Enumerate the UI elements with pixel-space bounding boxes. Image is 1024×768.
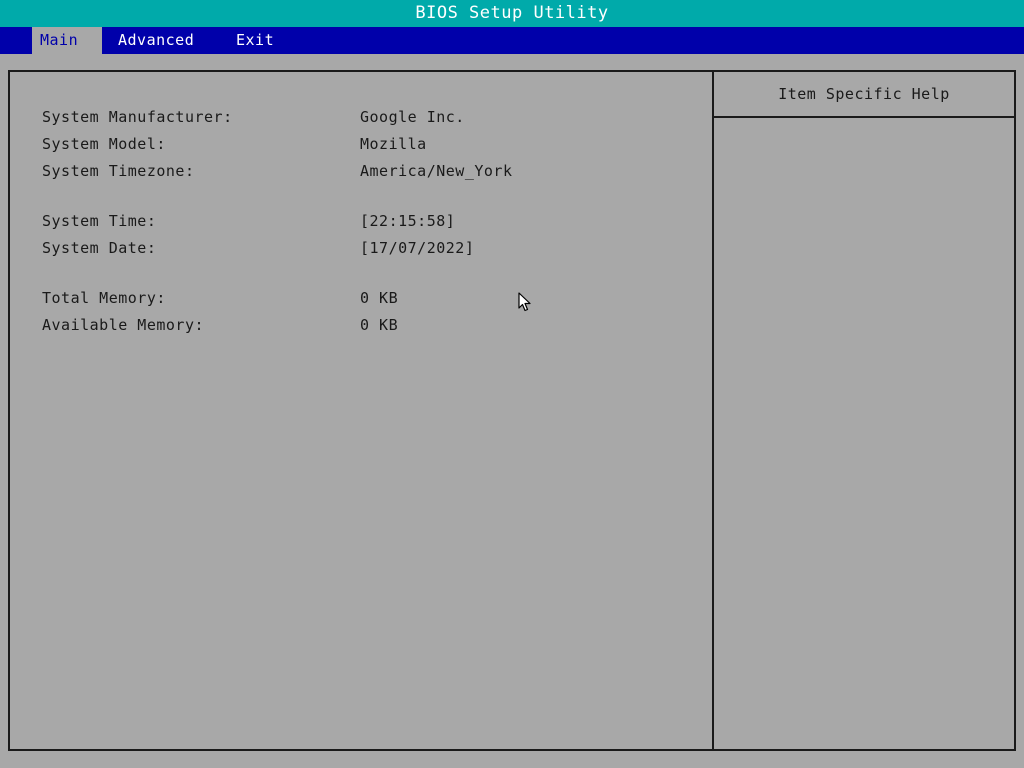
tab-advanced[interactable]: Advanced: [118, 27, 194, 54]
system-timezone-value: America/New_York: [360, 162, 513, 180]
system-model-value: Mozilla: [360, 135, 427, 153]
total-memory-label: Total Memory:: [42, 289, 166, 307]
system-date-label: System Date:: [42, 239, 157, 257]
system-time-field[interactable]: [22:15:58]: [360, 212, 455, 230]
menu-bar: Main Advanced Exit: [0, 27, 1024, 54]
help-title: Item Specific Help: [778, 85, 950, 103]
window-title: BIOS Setup Utility: [0, 0, 1024, 27]
system-date-field[interactable]: [17/07/2022]: [360, 239, 474, 257]
panel-divider-vertical: [712, 72, 714, 749]
main-panel: Item Specific Help System Manufacturer: …: [8, 70, 1016, 751]
system-time-label: System Time:: [42, 212, 157, 230]
system-manufacturer-label: System Manufacturer:: [42, 108, 233, 126]
tab-main[interactable]: Main: [32, 27, 102, 54]
help-divider: [714, 116, 1014, 118]
available-memory-label: Available Memory:: [42, 316, 205, 334]
total-memory-value: 0 KB: [360, 289, 399, 307]
tab-exit[interactable]: Exit: [236, 27, 274, 54]
system-manufacturer-value: Google Inc.: [360, 108, 465, 126]
mouse-pointer-icon: [518, 292, 531, 312]
system-model-label: System Model:: [42, 135, 166, 153]
system-timezone-label: System Timezone:: [42, 162, 195, 180]
available-memory-value: 0 KB: [360, 316, 399, 334]
